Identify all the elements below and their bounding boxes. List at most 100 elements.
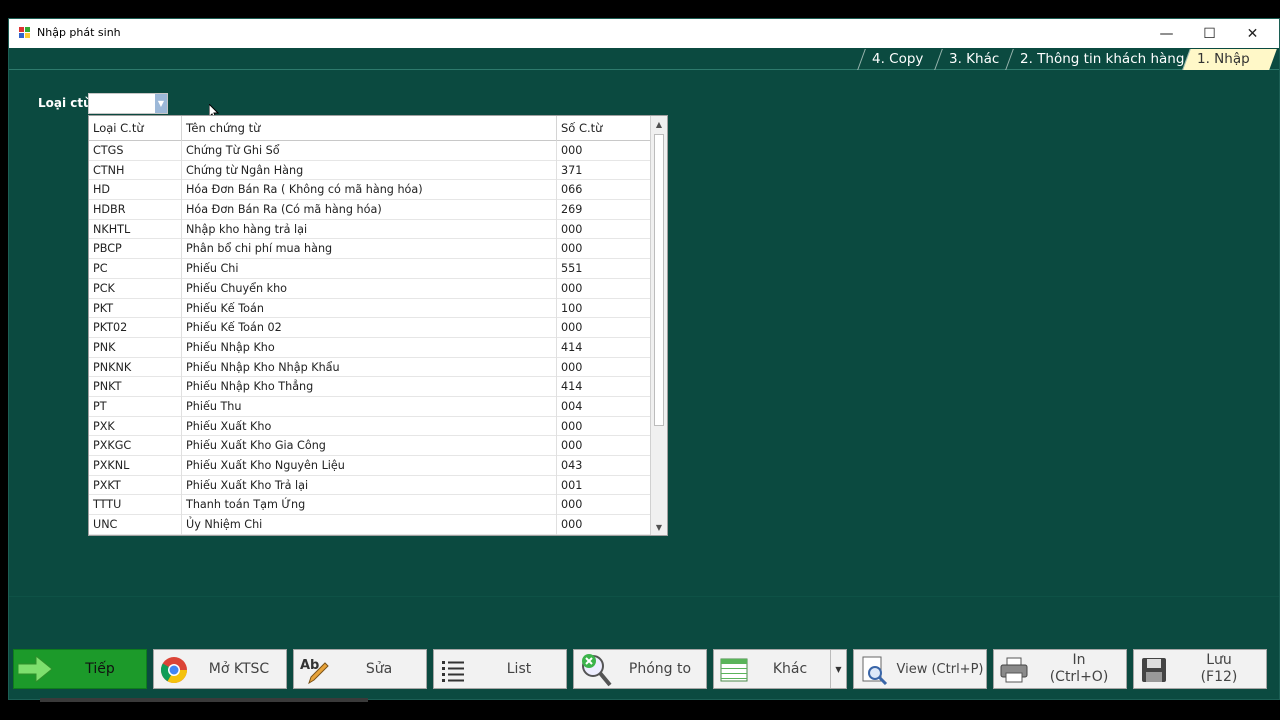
- cell-doc-number: 043: [561, 459, 583, 472]
- table-row[interactable]: PXKNL Phiếu Xuất Kho Nguyên Liệu 043: [89, 456, 651, 476]
- cell-doc-code: PNK: [89, 337, 182, 358]
- minimize-button[interactable]: —: [1145, 19, 1188, 48]
- cell-doc-code: CTNH: [89, 160, 182, 181]
- table-row[interactable]: PKT02 Phiếu Kế Toán 02 000: [89, 318, 651, 338]
- cell-doc-name: Phiếu Nhập Kho Thẳng: [182, 377, 557, 397]
- screen-top-bar: [0, 0, 1280, 18]
- cell-doc-name: Chứng từ Ngân Hàng: [182, 160, 557, 181]
- tab-khac[interactable]: 3. Khác: [934, 49, 1014, 70]
- header-ten-chung-tu[interactable]: Tên chứng từ: [182, 116, 557, 141]
- cell-doc-code: CTGS: [89, 141, 182, 161]
- cell-doc-code: PKT: [89, 298, 182, 319]
- save-disk-icon: [1142, 658, 1166, 682]
- scroll-thumb[interactable]: [654, 134, 664, 426]
- chevron-down-icon[interactable]: ▼: [155, 94, 167, 113]
- table-row[interactable]: HDBR Hóa Đơn Bán Ra (Có mã hàng hóa) 269: [89, 200, 651, 220]
- cell-doc-number: 000: [561, 144, 583, 157]
- cell-doc-code: NKHTL: [89, 219, 182, 240]
- cell-doc-number: 000: [561, 419, 583, 433]
- svg-text:Ab: Ab: [300, 658, 319, 673]
- divider: [9, 596, 1279, 597]
- tab-copy[interactable]: 4. Copy: [857, 49, 938, 70]
- print-preview-icon: [862, 656, 888, 685]
- table-row[interactable]: PT Phiếu Thu 004: [89, 396, 651, 417]
- cell-doc-code: PT: [89, 396, 182, 417]
- close-button[interactable]: ✕: [1231, 19, 1274, 48]
- table-row[interactable]: PNKNK Phiếu Nhập Kho Nhập Khẩu 000: [89, 357, 651, 378]
- cell-doc-name: Phiếu Thu: [182, 396, 557, 417]
- header-so-ctu[interactable]: Số C.từ: [557, 116, 651, 141]
- table-row[interactable]: PXKGC Phiếu Xuất Kho Gia Công 000: [89, 436, 651, 456]
- print-label: In (Ctrl+O): [1049, 652, 1109, 685]
- next-button[interactable]: Tiếp: [13, 649, 147, 689]
- cell-doc-name: Nhập kho hàng trả lại: [182, 219, 557, 240]
- table-row[interactable]: TTTU Thanh toán Tạm Ứng 000: [89, 495, 651, 516]
- cell-doc-number: 000: [561, 242, 583, 256]
- cell-doc-number: 000: [561, 498, 583, 512]
- cell-doc-code: PKT02: [89, 318, 182, 338]
- table-row[interactable]: CTNH Chứng từ Ngân Hàng 371: [89, 160, 651, 181]
- table-row[interactable]: NKHTL Nhập kho hàng trả lại 000: [89, 219, 651, 240]
- tab-nhap[interactable]: 1. Nhập: [1182, 49, 1277, 70]
- other-label: Khác: [772, 660, 808, 677]
- vertical-scrollbar[interactable]: ▲ ▼: [650, 116, 667, 535]
- scroll-up-icon[interactable]: ▲: [651, 116, 667, 132]
- table-row[interactable]: PKT Phiếu Kế Toán 100: [89, 298, 651, 319]
- cell-doc-number: 000: [561, 281, 583, 295]
- edit-button[interactable]: Ab Sửa: [293, 649, 427, 689]
- cell-doc-code: HDBR: [89, 200, 182, 220]
- cell-doc-name: Ủy Nhiệm Chi: [182, 515, 557, 535]
- chevron-down-icon[interactable]: ▼: [830, 650, 846, 688]
- zoom-in-button[interactable]: Phóng to: [573, 649, 707, 689]
- cell-doc-number: 001: [561, 478, 583, 492]
- cell-doc-code: PXK: [89, 416, 182, 437]
- cell-doc-code: HD: [89, 180, 182, 201]
- cell-doc-number: 000: [561, 222, 583, 236]
- scroll-down-icon[interactable]: ▼: [651, 519, 667, 535]
- cell-doc-name: Phiếu Xuất Kho Trả lại: [182, 475, 557, 496]
- table-row[interactable]: CTGS Chứng Từ Ghi Sổ 000: [89, 141, 651, 161]
- table-row[interactable]: PBCP Phân bổ chi phí mua hàng 000: [89, 239, 651, 260]
- spreadsheet-icon: [720, 658, 748, 682]
- list-label: List: [506, 660, 532, 677]
- open-ktsc-label: Mở KTSC: [208, 660, 270, 677]
- table-row[interactable]: PCK Phiếu Chuyển kho 000: [89, 278, 651, 299]
- cell-doc-name: Phiếu Kế Toán 02: [182, 318, 557, 338]
- print-button[interactable]: In (Ctrl+O): [993, 649, 1127, 689]
- other-button[interactable]: Khác ▼: [713, 649, 847, 689]
- cell-doc-name: Phiếu Chuyển kho: [182, 278, 557, 299]
- list-button[interactable]: List: [433, 649, 567, 689]
- title-bar: Nhập phát sinh — ☐ ✕: [9, 19, 1279, 48]
- cell-doc-number: 371: [561, 163, 583, 177]
- cell-doc-code: PBCP: [89, 239, 182, 260]
- next-button-label: Tiếp: [85, 660, 115, 677]
- table-row[interactable]: HD Hóa Đơn Bán Ra ( Không có mã hàng hóa)…: [89, 180, 651, 201]
- table-row[interactable]: UNC Ủy Nhiệm Chi 000: [89, 515, 651, 535]
- cell-doc-name: Phiếu Chi: [182, 259, 557, 279]
- printer-icon: [1000, 657, 1028, 683]
- table-row[interactable]: PC Phiếu Chi 551: [89, 259, 651, 279]
- cell-doc-number: 000: [561, 360, 583, 374]
- tab-thong-tin-khach-hang[interactable]: 2. Thông tin khách hàng: [1005, 49, 1199, 70]
- cell-doc-name: Phiếu Nhập Kho Nhập Khẩu: [182, 357, 557, 378]
- cell-doc-name: Phiếu Xuất Kho: [182, 416, 557, 437]
- tab-bar: 4. Copy 3. Khác 2. Thông tin khách hàng …: [9, 48, 1279, 70]
- cell-doc-number: 004: [561, 399, 583, 413]
- document-type-combo[interactable]: ▼: [88, 93, 168, 114]
- table-row[interactable]: PXKT Phiếu Xuất Kho Trả lại 001: [89, 475, 651, 496]
- maximize-button[interactable]: ☐: [1188, 19, 1231, 48]
- open-ktsc-button[interactable]: Mở KTSC: [153, 649, 287, 689]
- table-row[interactable]: PXK Phiếu Xuất Kho 000: [89, 416, 651, 437]
- cell-doc-number: 000: [561, 439, 583, 453]
- view-button[interactable]: View (Ctrl+P): [853, 649, 987, 689]
- table-row[interactable]: PNKT Phiếu Nhập Kho Thẳng 414: [89, 377, 651, 397]
- cell-doc-code: PNKT: [89, 377, 182, 397]
- cell-doc-name: Chứng Từ Ghi Sổ: [182, 141, 557, 161]
- edit-label: Sửa: [365, 660, 393, 677]
- table-row[interactable]: PNK Phiếu Nhập Kho 414: [89, 337, 651, 358]
- header-loai-ctu[interactable]: Loại C.từ: [89, 116, 182, 141]
- cell-doc-name: Thanh toán Tạm Ứng: [182, 495, 557, 516]
- grid-header: Loại C.từ Tên chứng từ Số C.từ: [89, 116, 651, 141]
- save-button[interactable]: Lưu (F12): [1133, 649, 1267, 689]
- cell-doc-number: 551: [561, 262, 583, 276]
